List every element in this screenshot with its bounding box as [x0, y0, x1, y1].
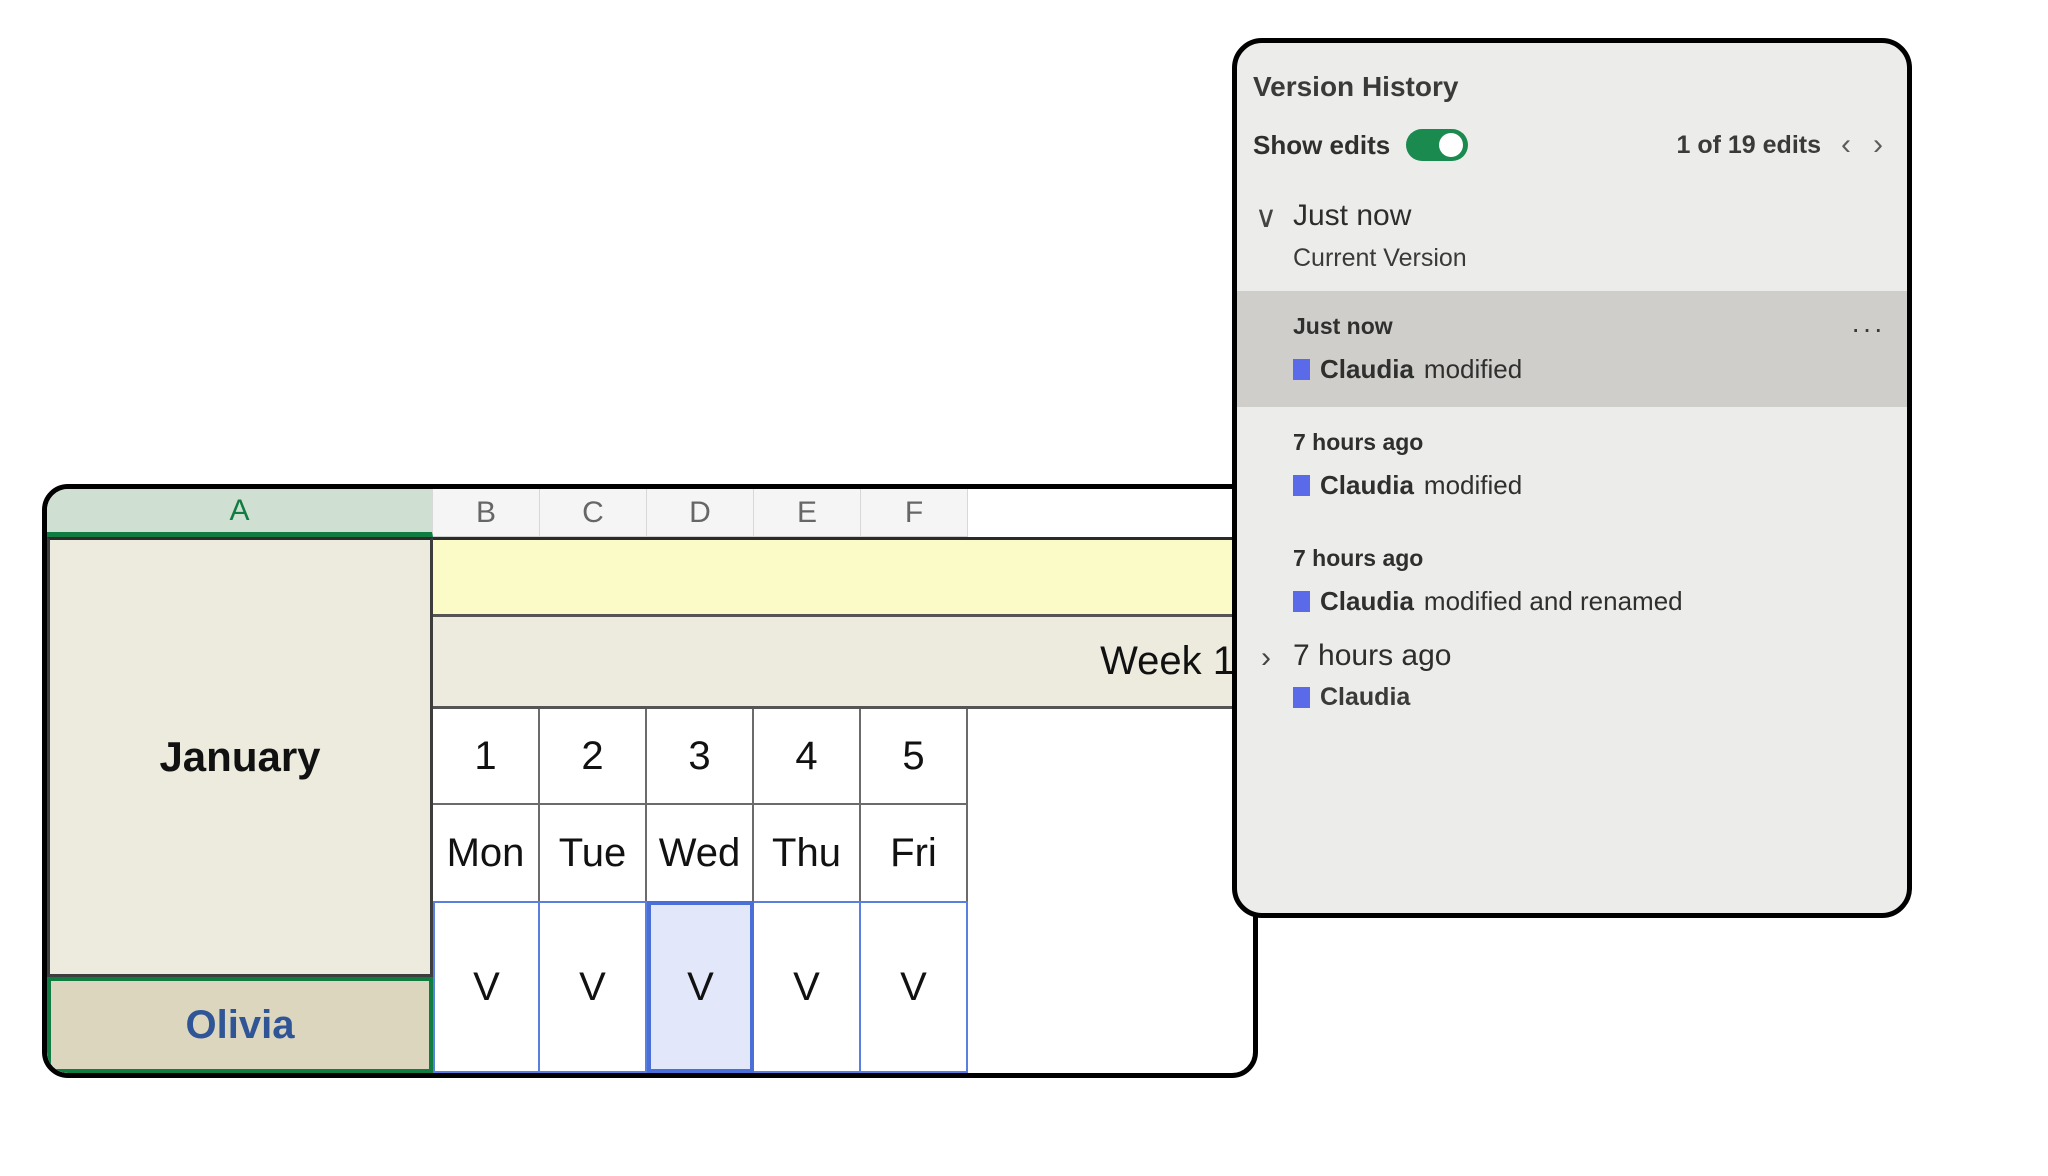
day-number-row: 1 2 3 4 5	[433, 709, 1253, 805]
author-color-chip	[1293, 590, 1310, 612]
version-entry-action: modified	[1423, 353, 1523, 384]
chevron-left-icon[interactable]: ‹	[1839, 130, 1853, 160]
toggle-knob	[1439, 133, 1464, 157]
author-name: Claudia	[1320, 585, 1414, 616]
version-history-panel: Version History Show edits 1 of 19 edits…	[1232, 38, 1912, 918]
panel-title: Version History	[1253, 71, 1459, 102]
value-cell-active[interactable]: V	[647, 901, 754, 1073]
day-number-cell[interactable]: 3	[647, 709, 754, 805]
show-edits-toggle[interactable]	[1406, 129, 1469, 161]
more-options-icon[interactable]: ···	[1851, 313, 1885, 343]
version-group-title: 7 hours ago	[1293, 638, 1452, 672]
value-cell[interactable]: V	[540, 901, 647, 1073]
column-header-b[interactable]: B	[433, 489, 540, 537]
version-entry-main: 7 hours ago Claudia modified and renamed	[1293, 545, 1885, 617]
version-group-text: Just now Current Version	[1293, 199, 1467, 273]
cell-name-olivia[interactable]: Olivia	[47, 977, 433, 1073]
show-edits-label: Show edits	[1253, 129, 1391, 160]
cell-month[interactable]: January	[47, 537, 433, 977]
version-entry[interactable]: 7 hours ago Claudia modified and renamed	[1237, 523, 1907, 639]
version-list: ∨ Just now Current Version Just now Clau…	[1237, 199, 1907, 712]
version-entry-description: Claudia modified	[1293, 470, 1885, 501]
screen: A B C D E F January Olivia Week 1 1 2 3 …	[0, 0, 2048, 1176]
version-entry-main: Just now Claudia modified	[1293, 313, 1851, 385]
column-header-c[interactable]: C	[540, 489, 647, 537]
grid-body: January Olivia Week 1 1 2 3 4 5 Mon Tue …	[47, 537, 1253, 1073]
value-cell[interactable]: V	[754, 901, 861, 1073]
author-color-chip	[1293, 474, 1310, 496]
author-name: Claudia	[1320, 353, 1414, 384]
author-color-chip	[1293, 358, 1310, 380]
day-number-cell[interactable]: 4	[754, 709, 861, 805]
version-entry-time: 7 hours ago	[1293, 544, 1424, 571]
chevron-right-icon[interactable]: ›	[1253, 639, 1279, 673]
value-row: V V V V V	[433, 901, 1253, 1073]
version-entry-selected[interactable]: Just now Claudia modified ···	[1237, 290, 1907, 407]
grid-column-a: January Olivia	[47, 537, 433, 1073]
version-entry[interactable]: 7 hours ago Claudia modified	[1237, 407, 1907, 523]
day-name-row: Mon Tue Wed Thu Fri	[433, 805, 1253, 901]
version-group-title: Just now	[1293, 199, 1412, 232]
edit-count-label: 1 of 19 edits	[1676, 130, 1822, 159]
day-number-cell[interactable]: 5	[861, 709, 968, 805]
version-entry-main: 7 hours ago Claudia modified	[1293, 429, 1885, 501]
day-name-cell[interactable]: Fri	[861, 805, 968, 901]
version-entry-description: Claudia modified	[1293, 354, 1851, 385]
day-name-cell[interactable]: Mon	[433, 805, 540, 901]
value-cell[interactable]: V	[433, 901, 540, 1073]
version-group-text: 7 hours ago Claudia	[1293, 639, 1451, 713]
day-name-cell[interactable]: Thu	[754, 805, 861, 901]
version-group-header-collapsed[interactable]: › 7 hours ago Claudia	[1237, 639, 1907, 713]
banner-row[interactable]	[433, 537, 1253, 617]
version-group-author: Claudia	[1293, 683, 1451, 712]
author-name: Claudia	[1320, 683, 1411, 711]
column-header-a[interactable]: A	[47, 489, 433, 537]
week-header-cell[interactable]: Week 1	[433, 617, 1253, 709]
grid-columns-b-f: Week 1 1 2 3 4 5 Mon Tue Wed Thu Fri V V…	[433, 537, 1253, 1073]
spreadsheet-grid: A B C D E F January Olivia Week 1 1 2 3 …	[47, 489, 1253, 1073]
spreadsheet-panel: A B C D E F January Olivia Week 1 1 2 3 …	[42, 484, 1258, 1078]
day-name-cell[interactable]: Wed	[647, 805, 754, 901]
version-entry-time: 7 hours ago	[1293, 428, 1424, 455]
value-cell[interactable]: V	[861, 901, 968, 1073]
author-color-chip	[1293, 687, 1310, 708]
column-header-row: A B C D E F	[47, 489, 1253, 537]
show-edits-row: Show edits 1 of 19 edits ‹ ›	[1237, 103, 1907, 161]
day-name-cell[interactable]: Tue	[540, 805, 647, 901]
author-name: Claudia	[1320, 469, 1414, 500]
day-number-cell[interactable]: 2	[540, 709, 647, 805]
edit-navigation: 1 of 19 edits ‹ ›	[1677, 130, 1886, 160]
version-entry-action: modified and renamed	[1423, 585, 1683, 616]
chevron-down-icon[interactable]: ∨	[1253, 199, 1279, 233]
version-entry-action: modified	[1423, 469, 1523, 500]
version-group-subtitle: Current Version	[1293, 243, 1467, 272]
version-entry-description: Claudia modified and renamed	[1293, 586, 1885, 617]
version-entry-time: Just now	[1293, 312, 1393, 339]
chevron-right-icon[interactable]: ›	[1871, 130, 1885, 160]
column-header-d[interactable]: D	[647, 489, 754, 537]
day-number-cell[interactable]: 1	[433, 709, 540, 805]
version-group-header[interactable]: ∨ Just now Current Version	[1237, 199, 1907, 273]
column-header-e[interactable]: E	[754, 489, 861, 537]
column-header-f[interactable]: F	[861, 489, 968, 537]
